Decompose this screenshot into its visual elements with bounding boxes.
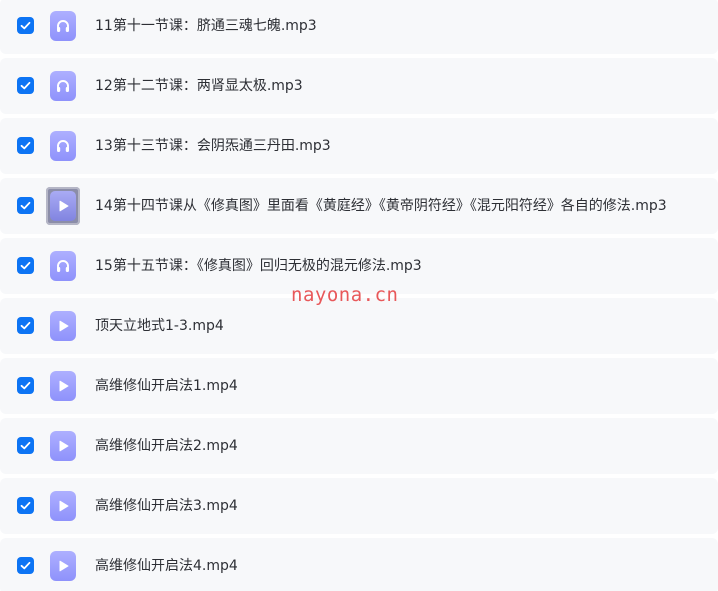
row-checkbox[interactable]	[17, 497, 34, 514]
file-row[interactable]: 高维修仙开启法1.mp4	[0, 358, 718, 414]
checkmark-icon	[20, 561, 31, 570]
checkmark-icon	[20, 21, 31, 30]
row-checkbox[interactable]	[17, 377, 34, 394]
file-name[interactable]: 顶天立地式1-3.mp4	[95, 298, 224, 354]
checkmark-icon	[20, 321, 31, 330]
play-icon	[59, 320, 69, 332]
file-name[interactable]: 14第十四节课从《修真图》里面看《黄庭经》《黄帝阴符经》《混元阳符经》各自的修法…	[95, 178, 667, 234]
row-checkbox[interactable]	[17, 77, 34, 94]
play-icon	[59, 380, 69, 392]
checkmark-icon	[20, 261, 31, 270]
file-row[interactable]: 顶天立地式1-3.mp4	[0, 298, 718, 354]
row-checkbox[interactable]	[17, 17, 34, 34]
file-list: 11第十一节课：脐通三魂七魄.mp3 12第十二节课：两肾显太极.mp3 13第…	[0, 0, 718, 591]
headphones-icon	[57, 260, 69, 272]
video-file-icon	[50, 311, 76, 341]
headphones-icon	[57, 20, 69, 32]
play-icon	[59, 200, 69, 212]
video-file-icon	[50, 551, 76, 581]
audio-file-icon	[50, 71, 76, 101]
file-name[interactable]: 高维修仙开启法2.mp4	[95, 418, 238, 474]
file-row[interactable]: 高维修仙开启法2.mp4	[0, 418, 718, 474]
audio-file-icon	[50, 251, 76, 281]
audio-file-icon	[50, 131, 76, 161]
file-row[interactable]: 高维修仙开启法4.mp4	[0, 538, 718, 591]
checkmark-icon	[20, 141, 31, 150]
file-name[interactable]: 11第十一节课：脐通三魂七魄.mp3	[95, 0, 317, 54]
icon-inner	[50, 191, 76, 221]
checkmark-icon	[20, 441, 31, 450]
row-checkbox[interactable]	[17, 557, 34, 574]
checkmark-icon	[20, 201, 31, 210]
file-name[interactable]: 15第十五节课：《修真图》回归无极的混元修法.mp3	[95, 238, 422, 294]
row-checkbox[interactable]	[17, 257, 34, 274]
checkmark-icon	[20, 501, 31, 510]
row-checkbox[interactable]	[17, 197, 34, 214]
play-icon	[59, 500, 69, 512]
video-file-icon	[50, 431, 76, 461]
headphones-icon	[57, 140, 69, 152]
file-row[interactable]: 14第十四节课从《修真图》里面看《黄庭经》《黄帝阴符经》《混元阳符经》各自的修法…	[0, 178, 718, 234]
video-file-icon	[50, 491, 76, 521]
play-icon	[59, 440, 69, 452]
file-name[interactable]: 高维修仙开启法1.mp4	[95, 358, 238, 414]
audio-file-icon	[46, 187, 80, 225]
checkmark-icon	[20, 81, 31, 90]
headphones-icon	[57, 80, 69, 92]
file-name[interactable]: 高维修仙开启法3.mp4	[95, 478, 238, 534]
row-checkbox[interactable]	[17, 317, 34, 334]
video-file-icon	[50, 371, 76, 401]
file-name[interactable]: 12第十二节课：两肾显太极.mp3	[95, 58, 303, 114]
file-row[interactable]: 13第十三节课：会阴炁通三丹田.mp3	[0, 118, 718, 174]
file-name[interactable]: 高维修仙开启法4.mp4	[95, 538, 238, 591]
checkmark-icon	[20, 381, 31, 390]
file-name[interactable]: 13第十三节课：会阴炁通三丹田.mp3	[95, 118, 331, 174]
audio-file-icon	[50, 11, 76, 41]
file-row[interactable]: 12第十二节课：两肾显太极.mp3	[0, 58, 718, 114]
file-row[interactable]: 15第十五节课：《修真图》回归无极的混元修法.mp3	[0, 238, 718, 294]
play-icon	[59, 560, 69, 572]
file-row[interactable]: 高维修仙开启法3.mp4	[0, 478, 718, 534]
row-checkbox[interactable]	[17, 437, 34, 454]
file-row[interactable]: 11第十一节课：脐通三魂七魄.mp3	[0, 0, 718, 54]
row-checkbox[interactable]	[17, 137, 34, 154]
